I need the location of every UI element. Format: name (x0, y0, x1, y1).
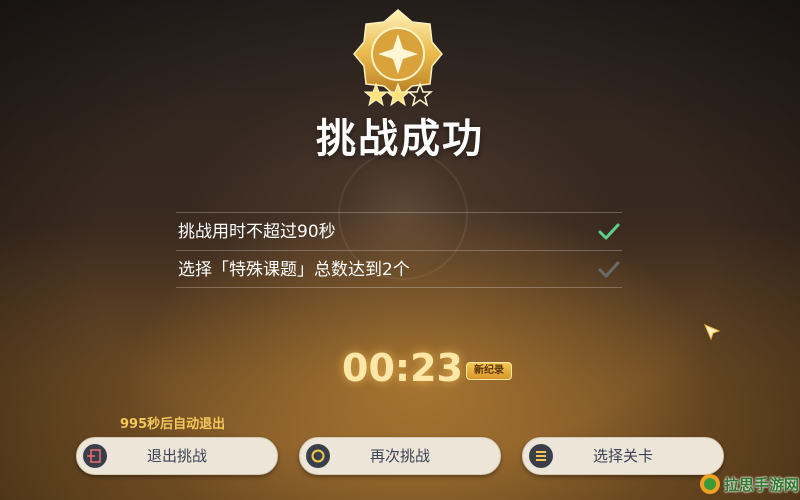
exit-challenge-label: 退出挑战 (146, 447, 207, 465)
sparkle-icon (704, 324, 721, 341)
condition-row: 挑战用时不超过90秒 (176, 212, 622, 250)
new-record-badge: 新纪录 (466, 362, 512, 380)
check-icon (598, 223, 620, 240)
condition-row: 选择「特殊课题」总数达到2个 (176, 250, 622, 288)
site-watermark: 拉思手游网 (698, 470, 799, 498)
condition-list: 挑战用时不超过90秒 选择「特殊课题」总数达到2个 (176, 212, 622, 288)
badge-star-1 (363, 82, 389, 107)
retry-challenge-button[interactable]: 再次挑战 (299, 437, 501, 475)
completion-timer: 00:23 (342, 346, 463, 390)
exit-challenge-button[interactable]: 退出挑战 (76, 437, 278, 475)
check-icon (598, 261, 620, 278)
menu-list-icon (529, 444, 553, 468)
result-title: 挑战成功 (316, 116, 484, 162)
retry-challenge-label: 再次挑战 (369, 447, 430, 465)
select-stage-label: 选择关卡 (592, 447, 653, 465)
watermark-text: 拉思手游网 (724, 475, 800, 494)
condition-text: 选择「特殊课题」总数达到2个 (178, 260, 410, 280)
select-stage-button[interactable]: 选择关卡 (522, 437, 724, 475)
badge-star-3 (406, 81, 434, 107)
challenge-badge-icon (353, 9, 443, 107)
condition-text: 挑战用时不超过90秒 (178, 222, 336, 242)
exit-door-icon (83, 444, 107, 468)
ring-icon (306, 444, 330, 468)
auto-exit-countdown: 995秒后自动退出 (120, 417, 226, 432)
watermark-logo-icon (700, 474, 720, 494)
